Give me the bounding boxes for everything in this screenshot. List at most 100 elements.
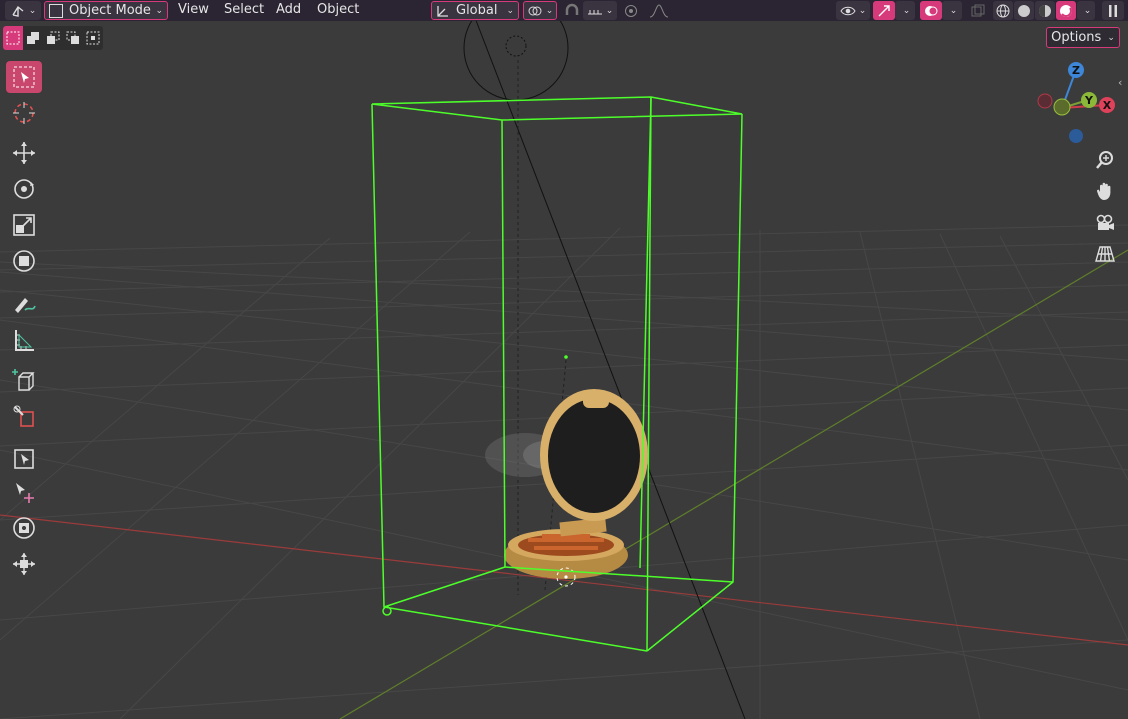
gizmo-menu-button[interactable]: ⌄ [895, 1, 915, 20]
select-subtract-icon [47, 31, 60, 44]
viewport-header: ⌄ Object Mode ⌄ View Select Add Object G… [0, 0, 1128, 21]
transform-orientation-selector[interactable]: Global ⌄ [431, 1, 519, 20]
proportional-falloff-button[interactable] [643, 1, 675, 20]
toggle-sidebar-button[interactable] [1102, 1, 1124, 20]
annotate-tool[interactable] [6, 287, 42, 319]
extra-tool-4[interactable] [6, 512, 42, 544]
overlays-menu-button[interactable]: ⌄ [942, 1, 962, 20]
editor-type-button[interactable]: ⌄ [5, 1, 41, 20]
options-dropdown[interactable]: Options ⌄ [1046, 27, 1120, 48]
extra-tool-1[interactable] [6, 400, 42, 432]
pause-icon [1109, 4, 1117, 17]
shading-material-button[interactable] [1035, 1, 1055, 20]
gizmo-y-label: Y [1084, 94, 1094, 107]
move-tool[interactable] [6, 137, 42, 169]
visibility-button[interactable]: ⌄ [836, 1, 870, 20]
navigation-gizmo[interactable]: Z Y X [1030, 58, 1120, 148]
select-box-tool[interactable] [6, 61, 42, 93]
chevron-down-icon: ⌄ [1107, 32, 1115, 43]
scale-tool[interactable] [6, 209, 42, 241]
shading-rendered-button[interactable] [1056, 1, 1076, 20]
chevron-down-icon: ⌄ [155, 5, 163, 16]
select-frame-icon [14, 449, 34, 469]
scale-icon [13, 214, 35, 236]
select-subtract-button[interactable] [43, 26, 63, 50]
extra-tool-3[interactable] [6, 476, 42, 508]
select-extend-button[interactable] [23, 26, 43, 50]
menu-select[interactable]: Select [224, 2, 264, 17]
add-cube-tool[interactable] [6, 364, 42, 396]
annotate-icon [15, 298, 36, 313]
3d-viewport[interactable] [0, 0, 1128, 719]
move-arrows-icon [13, 553, 35, 575]
xray-icon [971, 4, 985, 16]
options-label: Options [1051, 30, 1102, 45]
move-cursor-icon [16, 483, 34, 503]
transform-tool[interactable] [6, 245, 42, 277]
proportional-edit-toggle[interactable] [620, 1, 642, 20]
proportional-edit-icon [625, 4, 637, 17]
shading-solid-button[interactable] [1014, 1, 1034, 20]
gizmo-z-label: Z [1072, 64, 1080, 77]
chevron-down-icon: ⌄ [28, 5, 37, 16]
gizmo-neg-y-handle[interactable] [1053, 98, 1071, 116]
orientation-label: Global [456, 3, 498, 18]
pan-button[interactable] [1092, 178, 1118, 204]
select-box-icon [13, 66, 35, 88]
gizmo-neg-x-handle[interactable] [1037, 93, 1053, 109]
select-extend-icon [27, 32, 39, 44]
camera-object[interactable] [463, 0, 746, 719]
chevron-down-icon: ⌄ [949, 5, 958, 16]
rotate-icon [14, 179, 34, 199]
select-intersect-button[interactable] [83, 26, 103, 50]
menu-object[interactable]: Object [317, 2, 359, 17]
extra-tool-2[interactable] [6, 443, 42, 475]
eye-icon [840, 6, 856, 15]
measure-tool[interactable] [6, 324, 42, 356]
shading-wireframe-button[interactable] [993, 1, 1013, 20]
snap-toggle[interactable] [561, 1, 583, 20]
transform-icon [13, 250, 35, 272]
gizmo-toggle[interactable] [873, 1, 895, 20]
orientation-axes-icon [437, 5, 448, 17]
zoom-button[interactable] [1092, 147, 1118, 173]
measure-icon [15, 330, 34, 351]
material-sphere-icon [1039, 4, 1051, 17]
chevron-down-icon: ⌄ [545, 5, 554, 16]
cursor-tool[interactable] [6, 97, 42, 129]
solid-sphere-icon [1018, 4, 1030, 17]
3d-viewport-icon [12, 5, 24, 17]
pivot-point-button[interactable]: ⌄ [523, 1, 557, 20]
camera-view-button[interactable] [1092, 210, 1118, 236]
menu-view[interactable]: View [178, 2, 209, 17]
shear-icon [13, 405, 34, 427]
select-invert-button[interactable] [63, 26, 83, 50]
mode-label: Object Mode [69, 3, 151, 18]
hand-icon [1096, 182, 1111, 200]
object-mode-icon [49, 3, 63, 18]
wireframe-sphere-icon [996, 4, 1010, 17]
select-new-button[interactable] [3, 26, 23, 50]
chevron-down-icon: ⌄ [506, 5, 514, 16]
rendered-sphere-icon [1060, 4, 1072, 17]
xray-toggle[interactable] [967, 1, 989, 20]
select-new-icon [6, 31, 20, 45]
snap-increment-icon [587, 9, 602, 14]
snap-target-button[interactable]: ⌄ [583, 1, 617, 20]
select-intersect-icon [86, 31, 100, 45]
extra-tool-5[interactable] [6, 548, 42, 580]
falloff-curve-icon [649, 3, 669, 17]
transform-circle-icon [13, 517, 35, 539]
rotate-tool[interactable] [6, 173, 42, 205]
sidebar-expand-arrow[interactable]: ‹ [1118, 76, 1122, 89]
menu-add[interactable]: Add [276, 2, 301, 17]
chevron-down-icon: ⌄ [858, 5, 867, 16]
perspective-toggle-button[interactable] [1092, 241, 1118, 267]
shading-menu-button[interactable]: ⌄ [1077, 1, 1095, 20]
cursor-icon [13, 102, 35, 124]
gizmo-neg-z-handle[interactable] [1069, 129, 1083, 143]
overlays-toggle[interactable] [920, 1, 942, 20]
camera-icon [1096, 214, 1114, 230]
perspective-grid-icon [1095, 246, 1115, 262]
mode-selector[interactable]: Object Mode ⌄ [44, 1, 168, 20]
